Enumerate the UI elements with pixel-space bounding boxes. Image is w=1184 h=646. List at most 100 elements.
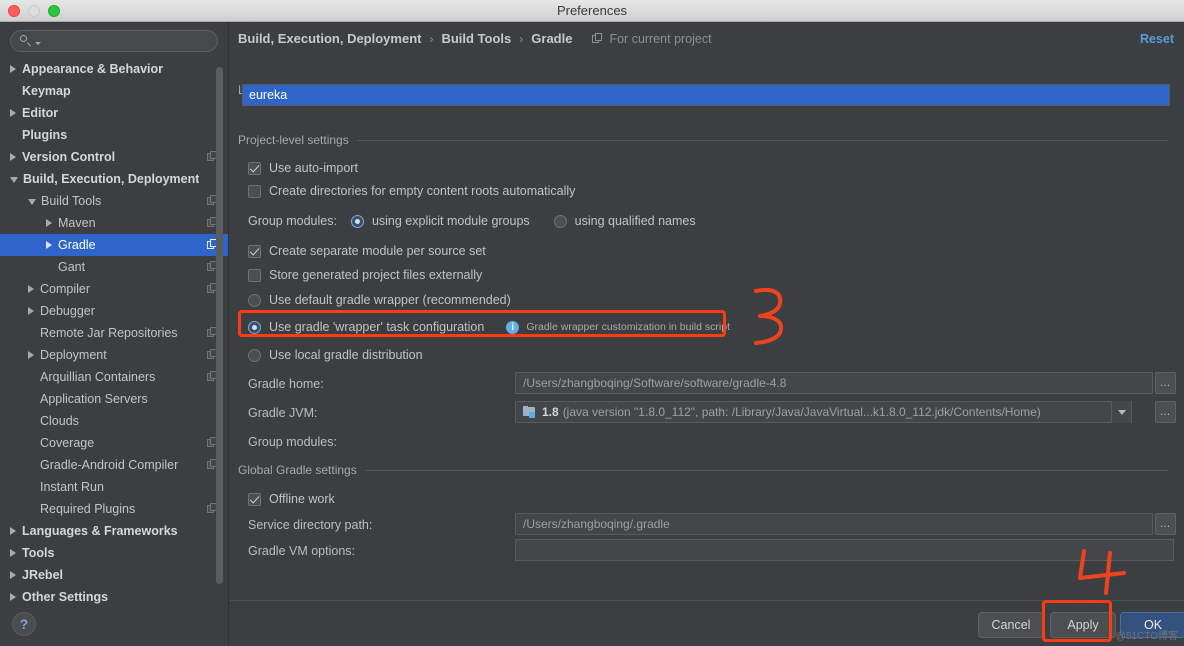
section-divider: [364, 469, 1168, 471]
radio-icon[interactable]: [248, 348, 261, 362]
checkbox-icon[interactable]: [248, 492, 261, 506]
chevron-right-icon[interactable]: [46, 241, 52, 249]
checkbox-offline-work[interactable]: Offline work: [248, 492, 335, 506]
gradle-home-label: Gradle home:: [248, 377, 324, 391]
sidebar-item-other-settings[interactable]: Other Settings: [0, 586, 228, 608]
checkbox-icon[interactable]: [248, 161, 261, 175]
breadcrumb-item-1[interactable]: Build Tools: [441, 31, 511, 46]
list-item[interactable]: eureka: [243, 85, 1169, 105]
sidebar-item-deployment[interactable]: Deployment: [0, 344, 228, 366]
chevron-right-icon[interactable]: [10, 549, 16, 557]
checkbox-icon[interactable]: [248, 268, 261, 282]
vm-options-field[interactable]: [515, 539, 1174, 561]
sidebar-scrollbar[interactable]: [216, 67, 223, 584]
radio-explicit-module-groups-label[interactable]: using explicit module groups: [372, 214, 530, 228]
chevron-down-icon[interactable]: [1111, 401, 1131, 423]
checkbox-create-directories[interactable]: Create directories for empty content roo…: [248, 184, 575, 198]
sidebar-item-languages-frameworks[interactable]: Languages & Frameworks: [0, 520, 228, 542]
radio-qualified-names-label[interactable]: using qualified names: [575, 214, 696, 228]
sidebar-item-label: Languages & Frameworks: [22, 524, 178, 538]
search-box[interactable]: [10, 30, 218, 52]
apply-button[interactable]: Apply: [1050, 612, 1116, 638]
wrapper-info-text: Gradle wrapper customization in build sc…: [526, 321, 730, 333]
service-directory-browse-button[interactable]: …: [1155, 513, 1176, 535]
sidebar-item-compiler[interactable]: Compiler: [0, 278, 228, 300]
radio-local-gradle-distribution[interactable]: Use local gradle distribution: [248, 348, 423, 362]
chevron-down-icon[interactable]: [35, 41, 41, 45]
search-input[interactable]: [45, 33, 209, 49]
breadcrumb-item-0[interactable]: Build, Execution, Deployment: [238, 31, 421, 46]
sidebar-item-gradle-android-compiler[interactable]: Gradle-Android Compiler: [0, 454, 228, 476]
reset-link[interactable]: Reset: [1140, 32, 1174, 46]
breadcrumb-item-2[interactable]: Gradle: [531, 31, 572, 46]
settings-tree: Appearance & Behavior Keymap Editor Plugins…: [0, 58, 228, 608]
sidebar-item-clouds[interactable]: Clouds: [0, 410, 228, 432]
gradle-home-browse-button[interactable]: …: [1155, 372, 1176, 394]
chevron-right-icon[interactable]: [28, 285, 34, 293]
sidebar-item-label: Compiler: [40, 282, 91, 296]
chevron-down-icon[interactable]: [10, 177, 18, 183]
watermark: @51CTO博客: [1115, 631, 1178, 642]
sidebar-item-label: Other Settings: [22, 590, 109, 604]
chevron-down-icon[interactable]: [28, 199, 36, 205]
sidebar-item-label: Debugger: [40, 304, 95, 318]
checkbox-separate-module-per-source-set[interactable]: Create separate module per source set: [248, 244, 486, 258]
sidebar-item-gradle[interactable]: Gradle: [0, 234, 228, 256]
sidebar-item-label: Arquillian Containers: [40, 370, 156, 384]
sidebar-item-build-execution-deployment[interactable]: Build, Execution, Deployment: [0, 168, 228, 190]
sidebar-item-required-plugins[interactable]: Required Plugins: [0, 498, 228, 520]
sidebar-item-label: Deployment: [40, 348, 107, 362]
chevron-right-icon[interactable]: [10, 571, 16, 579]
sidebar-item-remote-jar-repositories[interactable]: Remote Jar Repositories: [0, 322, 228, 344]
sidebar-item-label: Appearance & Behavior: [22, 62, 164, 76]
sidebar-item-application-servers[interactable]: Application Servers: [0, 388, 228, 410]
service-directory-value: /Users/zhangboqing/.gradle: [523, 517, 670, 531]
sidebar-item-plugins[interactable]: Plugins: [0, 124, 228, 146]
chevron-right-icon[interactable]: [10, 65, 16, 73]
linked-projects-list[interactable]: eureka: [242, 84, 1170, 106]
sidebar-item-label: Required Plugins: [40, 502, 136, 516]
checkbox-icon[interactable]: [248, 244, 261, 258]
radio-qualified-names-icon[interactable]: [553, 214, 567, 228]
sidebar-item-coverage[interactable]: Coverage: [0, 432, 228, 454]
cancel-button[interactable]: Cancel: [978, 612, 1044, 638]
sidebar-item-editor[interactable]: Editor: [0, 102, 228, 124]
chevron-right-icon[interactable]: [10, 593, 16, 601]
chevron-right-icon[interactable]: [46, 219, 52, 227]
section-divider: [356, 139, 1168, 141]
radio-default-gradle-wrapper[interactable]: Use default gradle wrapper (recommended): [248, 293, 511, 307]
sidebar-item-arquillian-containers[interactable]: Arquillian Containers: [0, 366, 228, 388]
gradle-jvm-combo[interactable]: 1.8 (java version "1.8.0_112", path: /Li…: [515, 401, 1132, 423]
sidebar-item-instant-run[interactable]: Instant Run: [0, 476, 228, 498]
chevron-right-icon[interactable]: [10, 527, 16, 535]
chevron-right-icon[interactable]: [10, 109, 16, 117]
sidebar-item-version-control[interactable]: Version Control: [0, 146, 228, 168]
service-directory-label: Service directory path:: [248, 518, 373, 532]
search-icon: [19, 34, 33, 48]
sidebar-item-debugger[interactable]: Debugger: [0, 300, 228, 322]
radio-icon[interactable]: [248, 293, 261, 307]
sidebar-item-tools[interactable]: Tools: [0, 542, 228, 564]
sidebar-item-keymap[interactable]: Keymap: [0, 80, 228, 102]
global-settings-title: Global Gradle settings: [238, 463, 357, 477]
sidebar-item-jrebel[interactable]: JRebel: [0, 564, 228, 586]
sidebar-item-maven[interactable]: Maven: [0, 212, 228, 234]
checkbox-store-generated-externally[interactable]: Store generated project files externally: [248, 268, 482, 282]
radio-icon[interactable]: [248, 320, 261, 334]
chevron-right-icon[interactable]: [10, 153, 16, 161]
gradle-jvm-browse-button[interactable]: …: [1155, 401, 1176, 423]
radio-label: Use gradle 'wrapper' task configuration: [269, 320, 485, 334]
service-directory-field[interactable]: /Users/zhangboqing/.gradle: [515, 513, 1153, 535]
chevron-right-icon[interactable]: [28, 307, 34, 315]
sidebar-item-build-tools[interactable]: Build Tools: [0, 190, 228, 212]
chevron-right-icon[interactable]: [28, 351, 34, 359]
help-button[interactable]: ?: [12, 612, 36, 636]
checkbox-use-auto-import[interactable]: Use auto-import: [248, 161, 358, 175]
sidebar-item-gant[interactable]: Gant: [0, 256, 228, 278]
radio-gradle-wrapper-task-configuration[interactable]: Use gradle 'wrapper' task configuration …: [248, 320, 730, 334]
sidebar-item-appearance-behavior[interactable]: Appearance & Behavior: [0, 58, 228, 80]
radio-explicit-module-groups-icon[interactable]: [350, 214, 364, 228]
gradle-home-field[interactable]: /Users/zhangboqing/Software/software/gra…: [515, 372, 1153, 394]
window-title: Preferences: [556, 3, 628, 18]
checkbox-icon[interactable]: [248, 184, 261, 198]
